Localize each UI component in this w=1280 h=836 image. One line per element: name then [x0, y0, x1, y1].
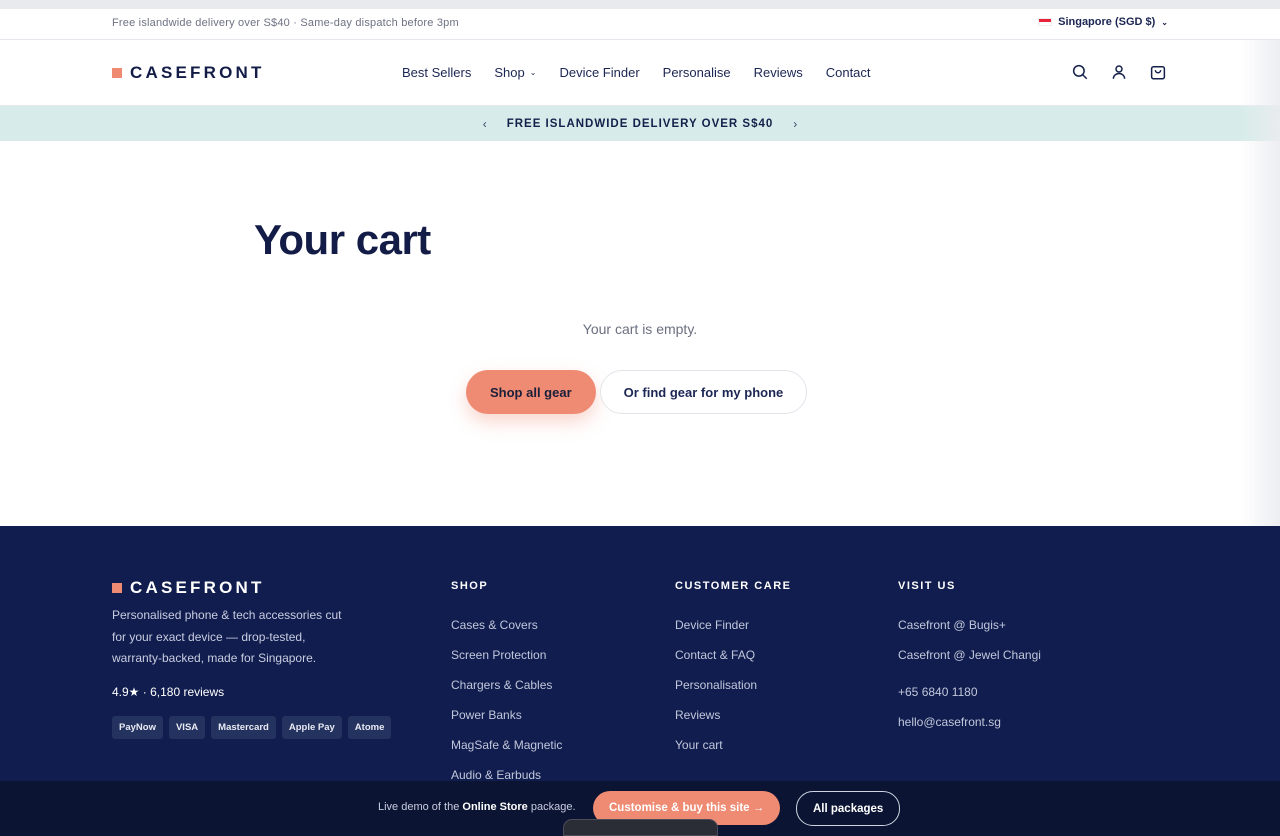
demo-prefix: Live demo of the — [378, 801, 463, 813]
footer-link[interactable]: Cases & Covers — [451, 610, 562, 640]
nav-label: Shop — [494, 65, 525, 80]
search-icon[interactable] — [1071, 63, 1089, 81]
logo-wordmark: CASEFRONT — [130, 63, 265, 82]
footer-email-link[interactable]: hello@casefront.sg — [898, 707, 1041, 737]
cart-page: Your cart Your cart is empty. Shop all g… — [0, 141, 1280, 526]
region-label: Singapore (SGD $) — [1058, 16, 1156, 28]
demo-suffix: package. — [527, 801, 576, 813]
promo-prev-button[interactable]: ‹ — [479, 117, 491, 131]
shop-all-gear-button[interactable]: Shop all gear — [466, 370, 596, 414]
nav-device-finder[interactable]: Device Finder — [559, 65, 639, 80]
promo-text: FREE ISLANDWIDE DELIVERY OVER S$40 — [506, 117, 774, 130]
chevron-down-icon: ⌄ — [529, 68, 537, 77]
account-icon[interactable] — [1110, 63, 1128, 81]
promo-carousel: ‹ FREE ISLANDWIDE DELIVERY OVER S$40 › — [0, 106, 1280, 141]
footer-link[interactable]: Personalisation — [675, 670, 791, 700]
footer-link[interactable]: Reviews — [675, 700, 791, 730]
logo-square-icon — [112, 583, 122, 593]
nav-label: Contact — [825, 65, 871, 80]
nav-shop[interactable]: Shop ⌄ — [494, 65, 536, 80]
nav-label: Best Sellers — [402, 65, 472, 80]
footer-logo[interactable]: CASEFRONT — [112, 578, 265, 598]
footer-col-customer-care: CUSTOMER CARE Device Finder Contact & FA… — [675, 580, 791, 760]
logo-square-icon — [112, 68, 122, 78]
payment-badge: Apple Pay — [281, 716, 342, 739]
floating-toolbar[interactable] — [563, 819, 718, 836]
footer-logo-wordmark: CASEFRONT — [130, 578, 265, 597]
nav-best-sellers[interactable]: Best Sellers — [402, 65, 471, 80]
footer-link[interactable]: Screen Protection — [451, 640, 562, 670]
region-selector[interactable]: Singapore (SGD $) ⌄ — [1038, 16, 1168, 28]
footer-link[interactable]: MagSafe & Magnetic — [451, 730, 562, 760]
footer-link[interactable]: Power Banks — [451, 700, 562, 730]
footer-col-title: VISIT US — [898, 580, 956, 592]
nav-label: Device Finder — [559, 65, 640, 80]
footer-col-visit-us: VISIT US Casefront @ Bugis+ Casefront @ … — [898, 580, 1041, 737]
announcement-bar: Free islandwide delivery over S$40 · Sam… — [0, 9, 1280, 40]
footer-link[interactable]: Your cart — [675, 730, 791, 760]
nav-reviews[interactable]: Reviews — [754, 65, 803, 80]
browser-chrome-strip — [0, 0, 1280, 9]
footer-phone-link[interactable]: +65 6840 1180 — [898, 677, 1041, 707]
payment-badge: Mastercard — [211, 716, 276, 739]
payment-badge: VISA — [168, 716, 206, 739]
demo-package-name: Online Store — [462, 801, 528, 813]
footer-col-shop: SHOP Cases & Covers Screen Protection Ch… — [451, 580, 562, 790]
footer-col-title: CUSTOMER CARE — [675, 580, 792, 592]
main-nav: Best Sellers Shop ⌄ Device Finder Persona… — [402, 65, 871, 80]
nav-contact[interactable]: Contact — [826, 65, 871, 80]
payment-methods: PayNow VISA Mastercard Apple Pay Atome — [112, 716, 392, 739]
all-packages-button[interactable]: All packages — [796, 791, 901, 826]
footer-store-link[interactable]: Casefront @ Jewel Changi — [898, 640, 1041, 670]
chevron-down-icon: ⌄ — [1161, 17, 1168, 27]
footer-link[interactable]: Device Finder — [675, 610, 791, 640]
nav-personalise[interactable]: Personalise — [663, 65, 731, 80]
site-logo[interactable]: CASEFRONT — [112, 63, 265, 83]
site-header: CASEFRONT Best Sellers Shop ⌄ Device Find… — [0, 40, 1280, 106]
page-title: Your cart — [254, 216, 431, 263]
footer-col-title: SHOP — [451, 580, 489, 592]
find-gear-button[interactable]: Or find gear for my phone — [599, 370, 808, 414]
singapore-flag-icon — [1038, 18, 1053, 26]
payment-badge: Atome — [347, 716, 392, 739]
empty-cart-message: Your cart is empty. — [582, 321, 698, 337]
nav-label: Reviews — [753, 65, 803, 80]
footer-rating: 4.9★ · 6,180 reviews — [112, 685, 225, 699]
demo-banner-text: Live demo of the Online Store package. — [378, 801, 576, 813]
cart-cta-row: Shop all gear Or find gear for my phone — [466, 370, 808, 414]
promo-next-button[interactable]: › — [789, 117, 801, 131]
footer-link[interactable]: Chargers & Cables — [451, 670, 562, 700]
cart-icon[interactable] — [1149, 63, 1167, 81]
footer-link[interactable]: Contact & FAQ — [675, 640, 791, 670]
payment-badge: PayNow — [112, 716, 163, 739]
header-actions — [1071, 63, 1167, 81]
nav-label: Personalise — [662, 65, 731, 80]
footer-store-link[interactable]: Casefront @ Bugis+ — [898, 610, 1041, 640]
announcement-text: Free islandwide delivery over S$40 · Sam… — [112, 17, 459, 29]
footer-description: Personalised phone & tech accessories cu… — [112, 608, 342, 665]
